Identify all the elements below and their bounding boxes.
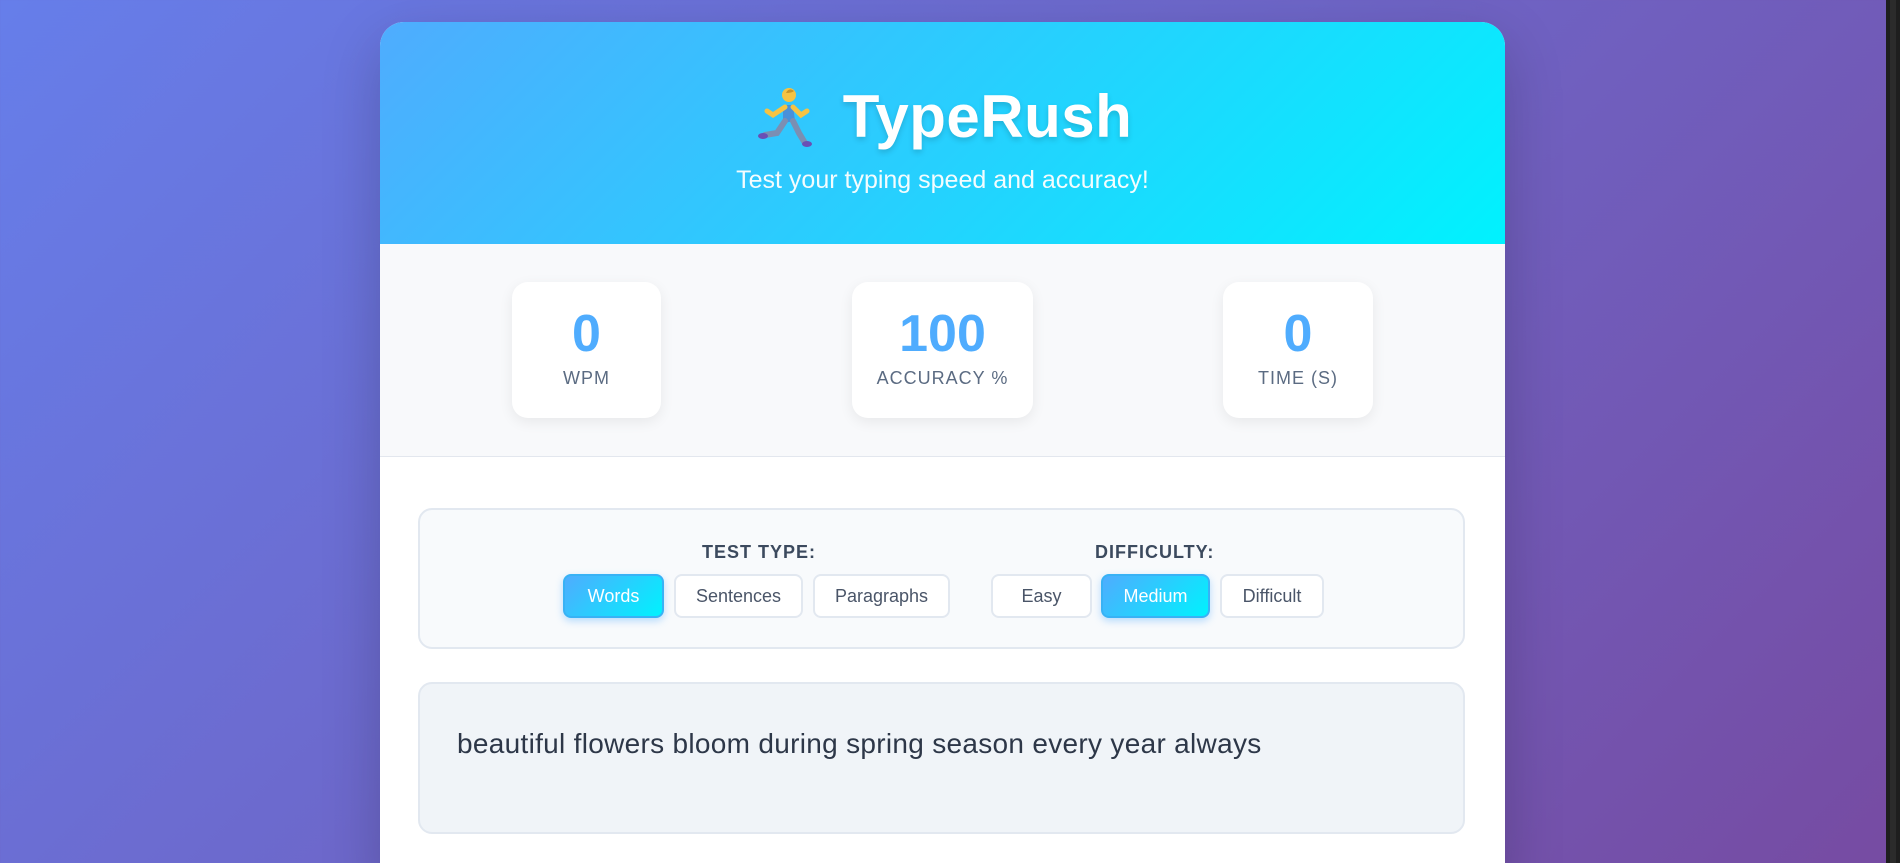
time-label: TIME (S): [1258, 368, 1338, 388]
test-type-paragraphs-button[interactable]: Paragraphs: [813, 574, 950, 618]
test-type-sentences-button[interactable]: Sentences: [674, 574, 803, 618]
difficulty-medium-button[interactable]: Medium: [1101, 574, 1210, 618]
accuracy-value: 100: [899, 305, 986, 363]
wpm-label: WPM: [563, 368, 610, 388]
app-header: TypeRush Test your typing speed and accu…: [380, 22, 1505, 244]
wpm-stat-card: 0 WPM: [512, 282, 661, 418]
time-stat-card: 0 TIME (S): [1223, 282, 1373, 418]
test-type-label: TEST TYPE:: [702, 542, 817, 562]
runner-icon: [753, 85, 817, 149]
difficulty-difficult-button[interactable]: Difficult: [1220, 574, 1324, 618]
app-title: TypeRush: [842, 83, 1133, 150]
app-subtitle: Test your typing speed and accuracy!: [736, 166, 1149, 194]
wpm-value: 0: [572, 305, 601, 363]
difficulty-easy-button[interactable]: Easy: [991, 574, 1092, 618]
accuracy-label: ACCURACY %: [876, 368, 1009, 388]
stats-panel: 0 WPM 100 ACCURACY % 0 TIME (S): [380, 244, 1505, 457]
scrollbar-thumb[interactable]: [1890, 0, 1896, 863]
settings-panel: TEST TYPE: Words Sentences Paragraphs DI…: [418, 508, 1465, 649]
accuracy-stat-card: 100 ACCURACY %: [852, 282, 1033, 418]
title-row: TypeRush: [380, 82, 1505, 151]
target-text: beautiful flowers bloom during spring se…: [457, 728, 1262, 759]
app-card: TypeRush Test your typing speed and accu…: [380, 22, 1505, 863]
typing-text-display: beautiful flowers bloom during spring se…: [418, 682, 1465, 834]
window-scrollbar[interactable]: [1886, 0, 1900, 863]
time-value: 0: [1283, 305, 1313, 363]
test-type-words-button[interactable]: Words: [563, 574, 664, 618]
difficulty-label: DIFFICULTY:: [1095, 542, 1215, 562]
